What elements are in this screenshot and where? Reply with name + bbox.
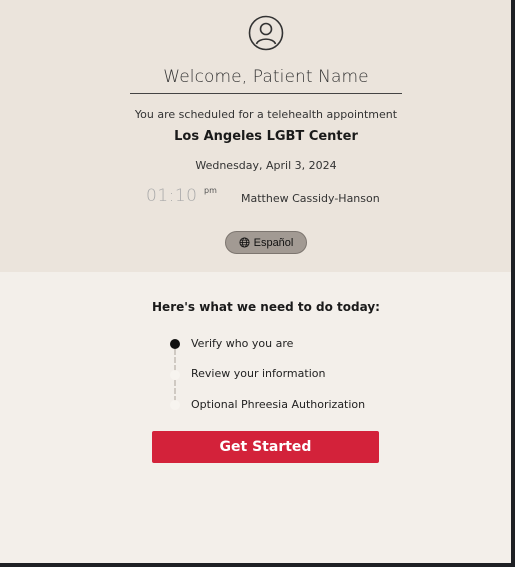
- appointment-date: Wednesday, April 3, 2024: [195, 159, 337, 172]
- steps-title: Here's what we need to do today:: [152, 300, 380, 314]
- step-connector: [174, 349, 176, 371]
- step-pending-indicator: [170, 400, 180, 410]
- step-pending-indicator: [170, 370, 180, 380]
- language-toggle-button[interactable]: Español: [225, 231, 307, 254]
- step-optional-authorization: Optional Phreesia Authorization: [191, 398, 366, 411]
- step-current-indicator: [170, 339, 180, 349]
- language-button-label: Español: [253, 236, 294, 249]
- user-avatar-icon: [248, 15, 284, 51]
- welcome-heading: Welcome, Patient Name: [163, 67, 369, 87]
- globe-icon: [239, 237, 250, 248]
- clinic-name: Los Angeles LGBT Center: [174, 129, 358, 144]
- appointment-header: Welcome, Patient Name You are scheduled …: [0, 0, 511, 272]
- appointment-type-text: You are scheduled for a telehealth appoi…: [134, 108, 398, 121]
- app-window: Welcome, Patient Name You are scheduled …: [0, 0, 511, 563]
- step-review-information: Review your information: [191, 367, 326, 380]
- step-connector: [174, 380, 176, 402]
- step-verify-identity: Verify who you are: [191, 337, 294, 350]
- welcome-divider: [130, 93, 402, 94]
- provider-name: Matthew Cassidy-Hanson: [241, 192, 380, 205]
- get-started-button[interactable]: Get Started: [152, 431, 379, 463]
- appointment-time: 01:10: [146, 186, 198, 206]
- appointment-ampm: pm: [204, 186, 217, 195]
